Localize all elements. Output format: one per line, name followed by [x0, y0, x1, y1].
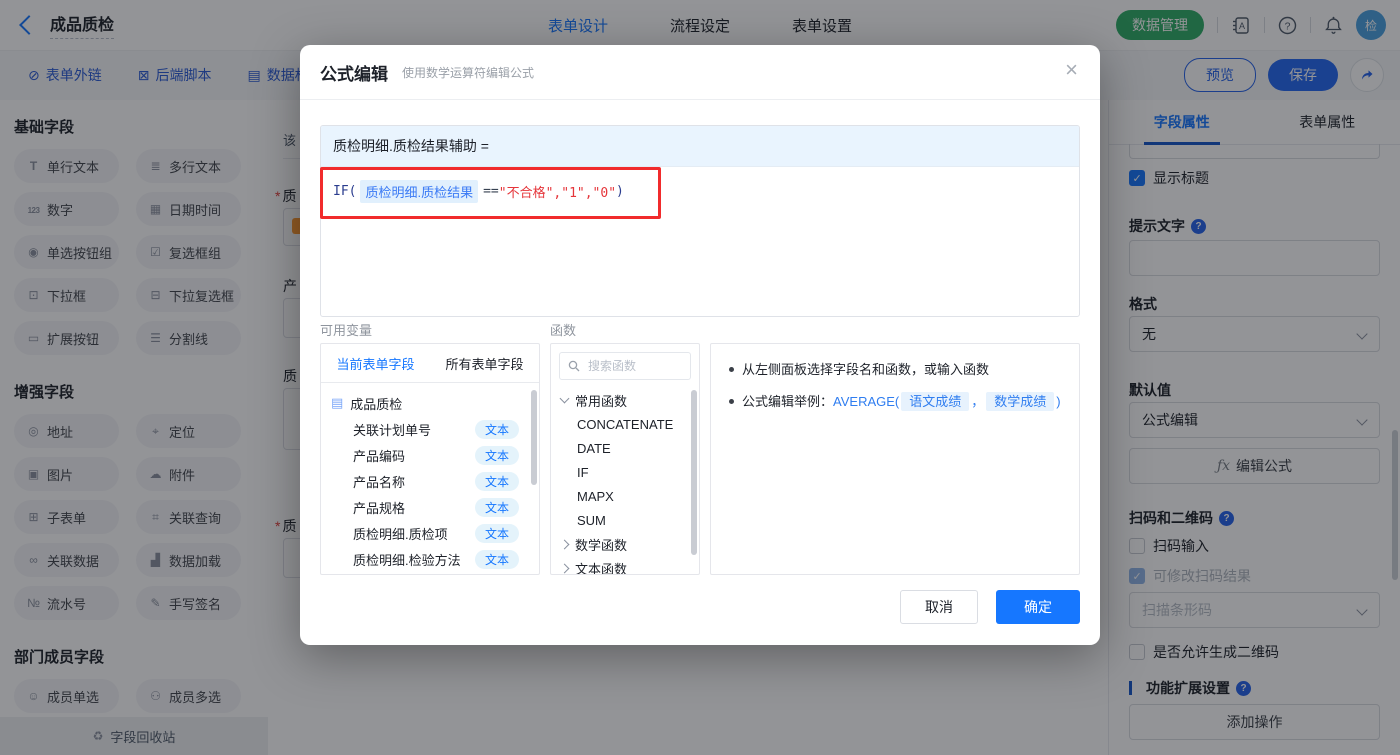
function-item[interactable]: CONCATENATE: [551, 412, 699, 436]
type-badge: 文本: [474, 445, 519, 465]
formula-operator: ==: [483, 184, 499, 199]
function-item[interactable]: MAPX: [551, 484, 699, 508]
formula-string-args: "不合格","1","0": [498, 186, 617, 201]
formula-close-paren: ): [616, 184, 624, 199]
form-node[interactable]: 成品质检: [331, 390, 531, 416]
variables-scrollbar[interactable]: [531, 390, 537, 485]
variable-item-partial[interactable]: 文本: [331, 572, 531, 574]
type-badge: 文本: [474, 419, 519, 439]
help-line-1: 从左侧面板选择字段名和函数，或输入函数: [729, 360, 1061, 380]
type-badge: 文本: [474, 471, 519, 491]
variables-panel: 当前表单字段 所有表单字段 成品质检 关联计划单号文本 产品编码文本 产品名称文…: [320, 343, 540, 575]
type-badge: 文本: [474, 549, 519, 569]
formula-function: IF(: [333, 184, 357, 199]
form-doc-icon: [331, 395, 343, 411]
variable-item[interactable]: 产品名称 文本: [331, 468, 531, 494]
example-field-token: 语文成绩: [901, 391, 970, 411]
confirm-button[interactable]: 确定: [996, 590, 1080, 624]
function-group-math[interactable]: 数学函数: [551, 532, 699, 556]
variable-item[interactable]: 产品规格 文本: [331, 494, 531, 520]
help-example: 公式编辑举例：AVERAGE(语文成绩，数学成绩): [742, 391, 1061, 411]
variable-item[interactable]: 关联计划单号 文本: [331, 416, 531, 442]
variable-item[interactable]: 质检明细.质检项 文本: [331, 520, 531, 546]
variables-label: 可用变量: [320, 323, 373, 338]
help-panel: 从左侧面板选择字段名和函数，或输入函数 公式编辑举例：AVERAGE(语文成绩，…: [710, 343, 1080, 575]
variable-name: 质检明细.质检项: [353, 526, 448, 542]
functions-scrollbar[interactable]: [691, 390, 697, 555]
chevron-right-icon: [559, 539, 570, 549]
function-item[interactable]: SUM: [551, 508, 699, 532]
function-group-common[interactable]: 常用函数: [551, 388, 699, 412]
modal-header: 公式编辑 使用数学运算符编辑公式: [300, 45, 1100, 100]
variable-name: 产品编码: [353, 448, 406, 464]
variable-name: 关联计划单号: [353, 422, 432, 438]
modal-title: 公式编辑: [320, 64, 388, 84]
functions-panel: 常用函数 CONCATENATE DATE IF MAPX SUM 数学函数 文…: [550, 343, 700, 575]
function-item[interactable]: IF: [551, 460, 699, 484]
variables-tabs: 当前表单字段 所有表单字段: [321, 344, 539, 383]
formula-editor-box: 质检明细.质检结果辅助 = IF( 质检明细.质检结果 == "不合格","1"…: [320, 125, 1080, 317]
chevron-down-icon: [559, 393, 570, 404]
formula-edit-modal: 公式编辑 使用数学运算符编辑公式 质检明细.质检结果辅助 = IF( 质检明细.…: [300, 45, 1100, 645]
functions-label: 函数: [550, 323, 577, 338]
help-line-2: 公式编辑举例：AVERAGE(语文成绩，数学成绩): [729, 391, 1061, 412]
function-group-label: 文本函数: [575, 561, 628, 575]
variable-name: 产品规格: [353, 500, 406, 516]
tab-all-form-fields[interactable]: 所有表单字段: [430, 344, 539, 382]
type-badge: 文本: [474, 497, 519, 517]
cancel-button[interactable]: 取消: [900, 590, 978, 624]
modal-subtitle: 使用数学运算符编辑公式: [402, 65, 535, 80]
variable-item[interactable]: 产品编码 文本: [331, 442, 531, 468]
variable-item[interactable]: 质检明细.检验方法 文本: [331, 546, 531, 572]
formula-target: 质检明细.质检结果辅助 =: [321, 126, 1079, 167]
function-group-text[interactable]: 文本函数: [551, 556, 699, 575]
function-search-box: [559, 352, 691, 380]
function-item[interactable]: DATE: [551, 436, 699, 460]
function-group-label: 常用函数: [575, 393, 628, 409]
variable-name: 质检明细.检验方法: [353, 552, 461, 568]
tab-current-form-fields[interactable]: 当前表单字段: [321, 344, 430, 382]
modal-footer: 取消 确定: [900, 590, 1080, 624]
type-badge: 文本: [474, 523, 519, 543]
example-field-token: 数学成绩: [986, 391, 1055, 411]
help-text: 从左侧面板选择字段名和函数，或输入函数: [742, 362, 990, 377]
bullet-icon: [729, 398, 734, 404]
formula-expression-input[interactable]: IF( 质检明细.质检结果 == "不合格","1","0" ): [321, 167, 1079, 216]
variables-tree: 成品质检 关联计划单号文本 产品编码文本 产品名称文本 产品规格文本 质检明细.…: [321, 383, 539, 574]
search-icon: [568, 360, 580, 372]
variable-name: 产品名称: [353, 474, 406, 490]
chevron-right-icon: [559, 563, 570, 573]
form-node-label: 成品质检: [350, 396, 403, 412]
formula-field-token[interactable]: 质检明细.质检结果: [360, 180, 479, 203]
bullet-icon: [729, 367, 734, 372]
close-icon[interactable]: [1065, 59, 1078, 81]
function-group-label: 数学函数: [575, 537, 628, 553]
function-search-input[interactable]: [586, 358, 682, 374]
